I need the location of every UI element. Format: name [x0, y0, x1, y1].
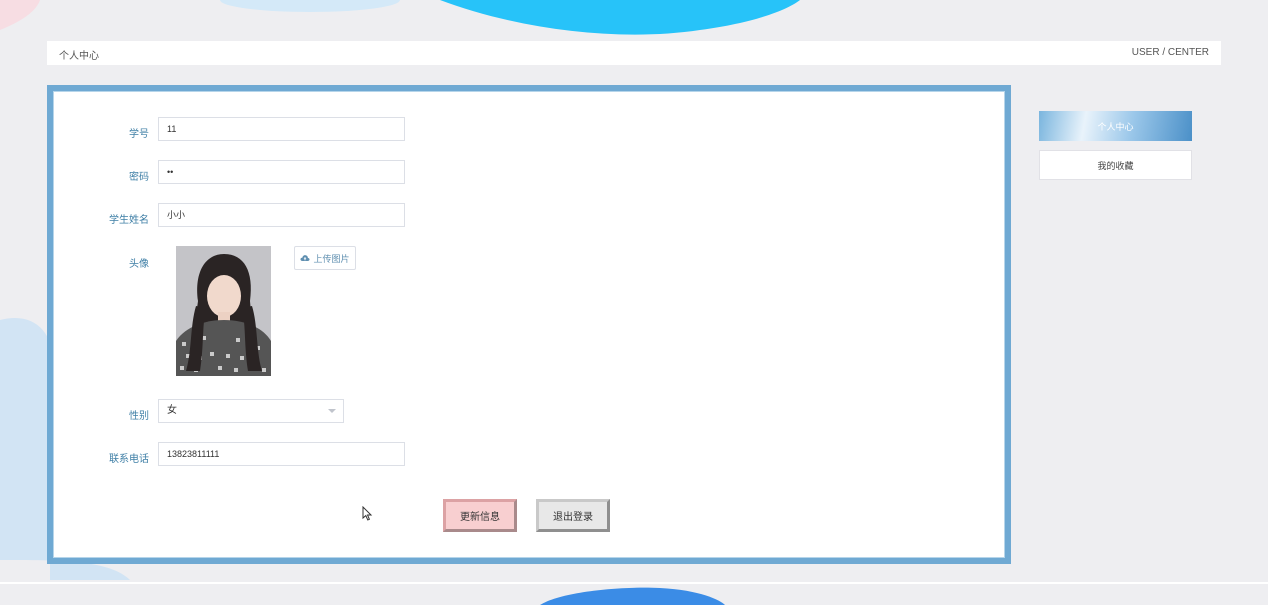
student-name-input[interactable]: 小小	[158, 203, 405, 227]
side-menu-item-favorites[interactable]: 我的收藏	[1039, 150, 1192, 180]
password-label: 密码	[129, 172, 149, 183]
side-menu-item-profile[interactable]: 个人中心	[1039, 111, 1192, 141]
upload-image-label: 上传图片	[313, 253, 350, 264]
student-no-label: 学号	[129, 129, 149, 140]
gender-value: 女	[167, 405, 177, 416]
breadcrumb: 个人中心	[59, 51, 99, 62]
cloud-upload-icon	[300, 255, 311, 261]
student-name-label: 学生姓名	[109, 215, 149, 226]
phone-label: 联系电话	[109, 454, 149, 465]
profile-form-panel: 学号 11 密码 •• 学生姓名 小小 头像 上传图片 性别 女 联系电话 13…	[47, 85, 1011, 564]
avatar-label: 头像	[129, 259, 149, 270]
student-no-input[interactable]: 11	[158, 117, 405, 141]
password-input[interactable]: ••	[158, 160, 405, 184]
gender-label: 性别	[129, 411, 149, 422]
update-info-button[interactable]: 更新信息	[443, 499, 517, 532]
upload-image-button[interactable]: 上传图片	[294, 246, 356, 270]
page-title-en: USER / CENTER	[1131, 47, 1209, 58]
avatar[interactable]	[176, 246, 271, 376]
phone-input[interactable]: 13823811111	[158, 442, 405, 466]
breadcrumb-bar: 个人中心 USER / CENTER	[47, 41, 1221, 65]
gender-select[interactable]: 女	[158, 399, 344, 423]
logout-button[interactable]: 退出登录	[536, 499, 610, 532]
chevron-down-icon	[328, 409, 336, 413]
footer-divider	[0, 582, 1268, 584]
